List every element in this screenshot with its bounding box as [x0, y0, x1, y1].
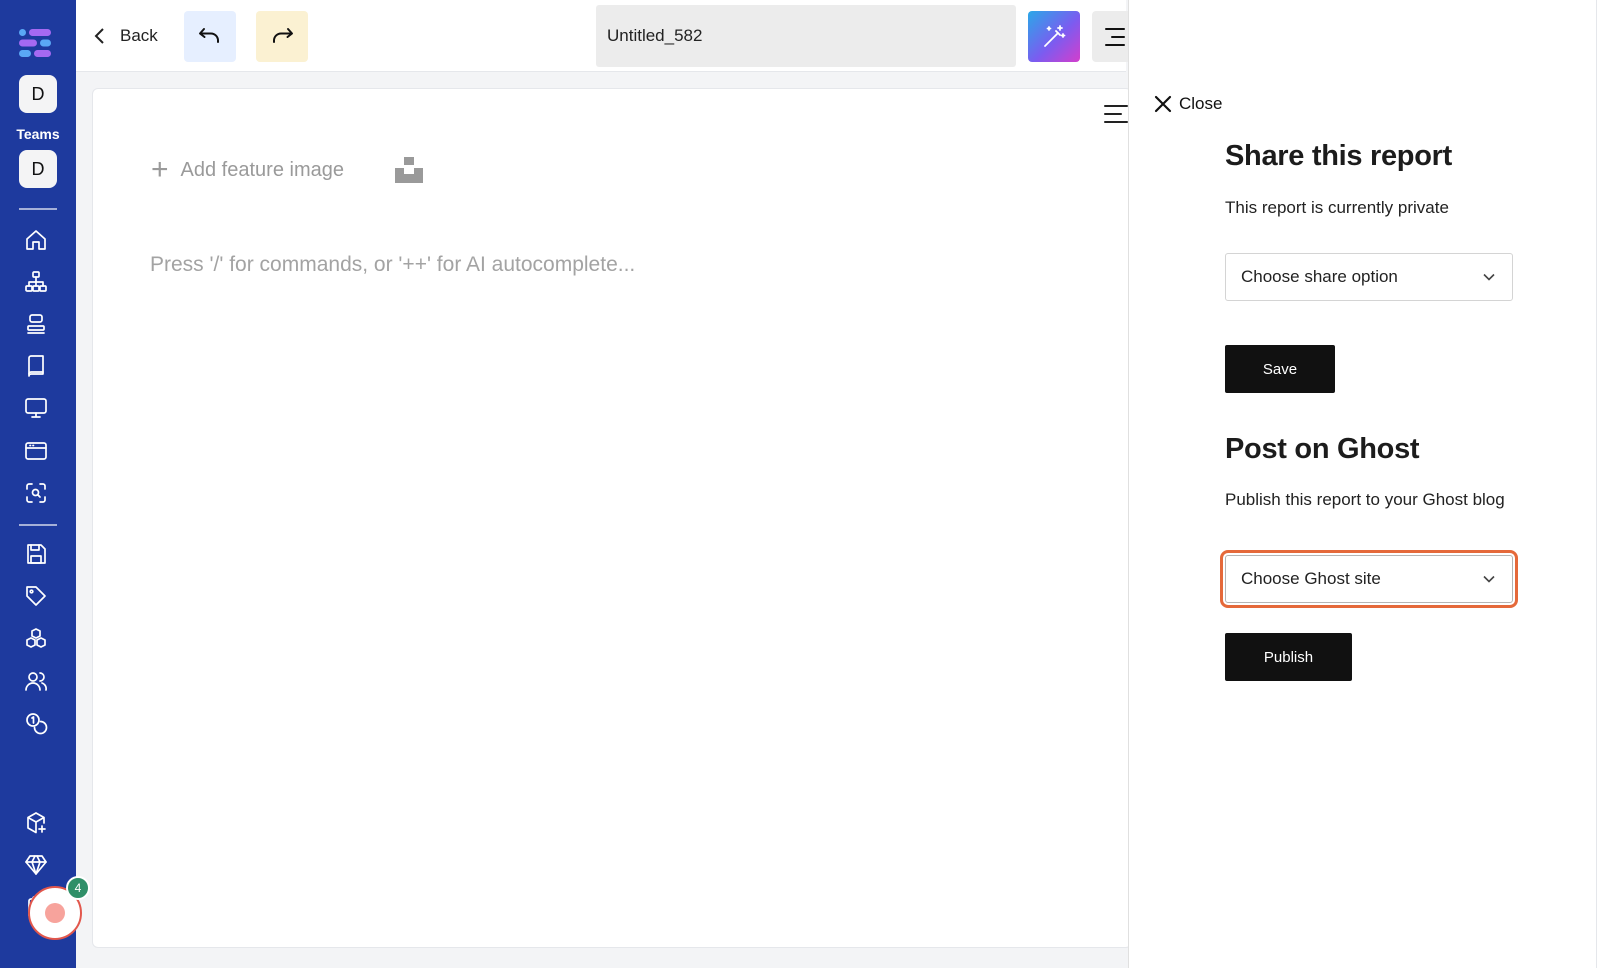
save-icon[interactable]: [22, 540, 50, 568]
cubes-icon[interactable]: [22, 625, 50, 653]
undo-icon: [199, 27, 219, 43]
unsplash-icon[interactable]: [395, 155, 423, 183]
share-panel: Close Share this report This report is c…: [1128, 0, 1608, 968]
share-option-select[interactable]: Choose share option: [1225, 253, 1513, 301]
panel-scrollbar[interactable]: [1596, 0, 1608, 968]
back-button[interactable]: Back: [90, 20, 158, 52]
monitor-icon[interactable]: [22, 394, 50, 422]
table-of-contents-icon[interactable]: [1103, 103, 1129, 125]
sitemap-icon[interactable]: [22, 268, 50, 296]
chevron-down-icon: [1483, 575, 1495, 583]
redo-icon: [273, 27, 293, 43]
editor-toolbar: Back Untitled_582: [76, 0, 1132, 72]
record-dot-icon: [45, 903, 65, 923]
close-label: Close: [1179, 94, 1223, 113]
left-nav-rail: D Teams D 4: [0, 0, 90, 968]
publish-button[interactable]: Publish: [1225, 633, 1352, 681]
package-plus-icon[interactable]: [22, 809, 50, 837]
workspace-avatar[interactable]: D: [19, 150, 57, 188]
close-icon: [1154, 95, 1172, 113]
rail-divider: [19, 524, 57, 526]
redo-button[interactable]: [256, 11, 308, 62]
report-editor[interactable]: + Add feature image Press '/' for comman…: [92, 88, 1132, 948]
chevron-down-icon: [1483, 273, 1495, 281]
share-heading: Share this report: [1225, 140, 1452, 172]
book-icon[interactable]: [22, 352, 50, 380]
ghost-description: Publish this report to your Ghost blog: [1225, 490, 1505, 509]
app-logo-icon[interactable]: [18, 26, 54, 60]
coins-icon[interactable]: [22, 709, 50, 737]
stack-icon[interactable]: [22, 310, 50, 338]
menu-button[interactable]: [1092, 11, 1132, 62]
menu-lines-icon: [1105, 27, 1125, 46]
diamond-icon[interactable]: [22, 851, 50, 879]
add-feature-image-label: Add feature image: [180, 158, 344, 181]
undo-button[interactable]: [184, 11, 236, 62]
add-feature-image-button[interactable]: + Add feature image: [151, 155, 344, 185]
teams-label: Teams: [16, 126, 60, 142]
notification-badge: 4: [66, 876, 90, 900]
close-button[interactable]: Close: [1153, 94, 1222, 114]
share-status-text: This report is currently private: [1225, 198, 1449, 217]
ghost-heading: Post on Ghost: [1225, 433, 1420, 465]
magic-wand-icon: [1044, 24, 1066, 47]
editor-placeholder[interactable]: Press '/' for commands, or '++' for AI a…: [150, 253, 635, 277]
home-icon[interactable]: [22, 226, 50, 254]
back-label: Back: [120, 26, 158, 45]
ghost-site-select[interactable]: Choose Ghost site: [1220, 550, 1518, 608]
plus-icon: +: [151, 153, 169, 186]
chevron-left-icon: [94, 28, 104, 44]
rail-divider: [19, 208, 57, 210]
ghost-site-value: Choose Ghost site: [1241, 569, 1381, 588]
team-avatar[interactable]: D: [19, 75, 57, 113]
scan-search-icon[interactable]: [22, 479, 50, 507]
ai-magic-button[interactable]: [1028, 11, 1080, 62]
share-option-value: Choose share option: [1241, 267, 1398, 286]
document-title-input[interactable]: Untitled_582: [596, 5, 1016, 67]
save-button[interactable]: Save: [1225, 345, 1335, 393]
tag-icon[interactable]: [22, 582, 50, 610]
users-icon[interactable]: [22, 667, 50, 695]
browser-window-icon[interactable]: [22, 437, 50, 465]
